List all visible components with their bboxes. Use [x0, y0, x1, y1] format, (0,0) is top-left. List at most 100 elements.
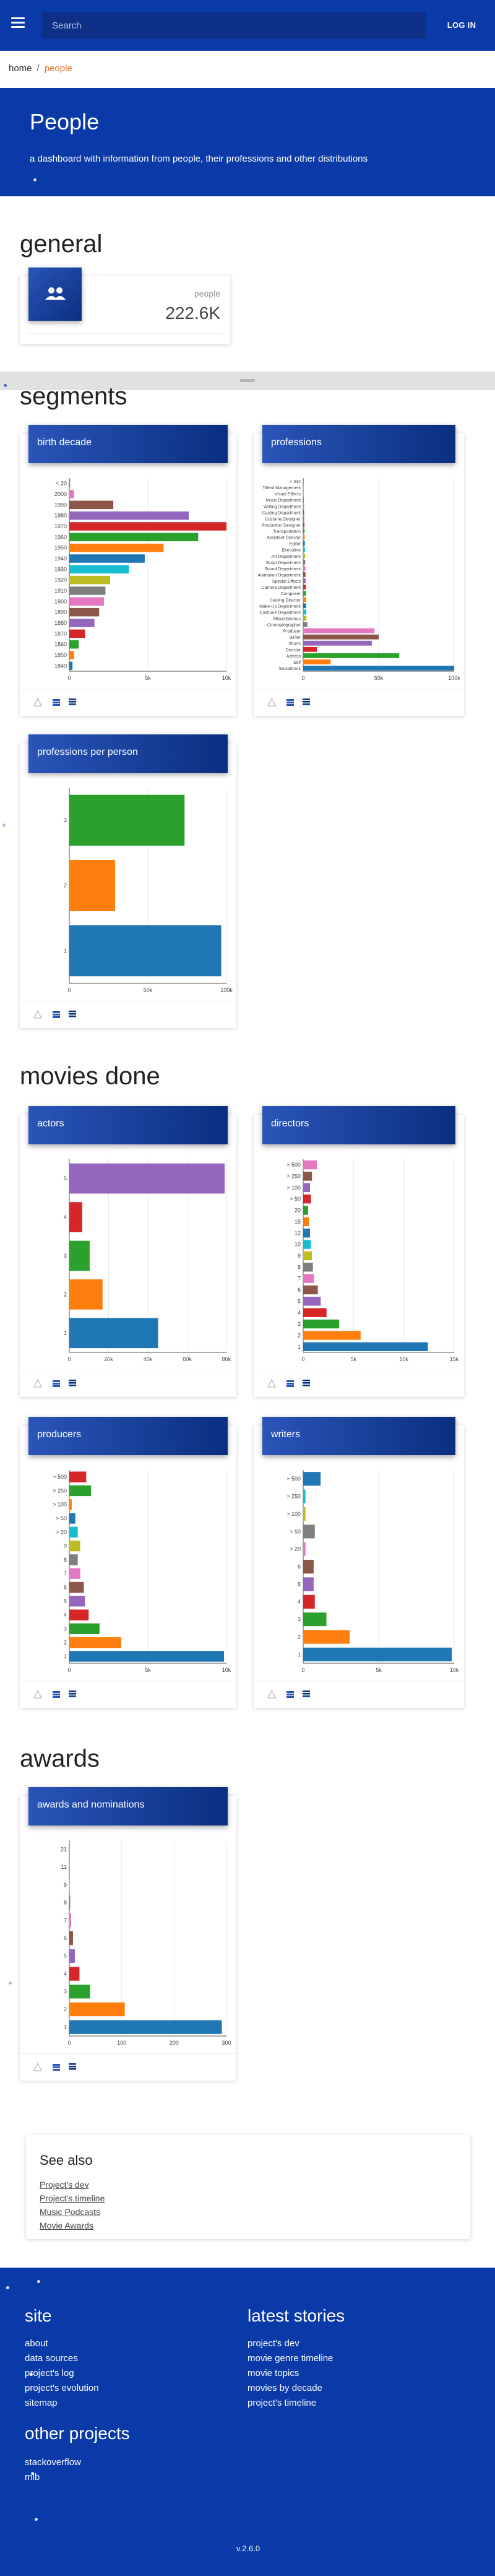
chart-bar[interactable]	[303, 534, 305, 540]
chart-bar[interactable]	[303, 1595, 315, 1609]
chart-bar[interactable]	[303, 1194, 311, 1204]
table-icon[interactable]	[52, 1690, 61, 1699]
chart-bar[interactable]	[303, 622, 308, 627]
chart-bar[interactable]	[303, 666, 454, 671]
chart-bar[interactable]	[303, 597, 306, 603]
chart-bar[interactable]	[69, 1568, 80, 1579]
chart-bar[interactable]	[303, 1612, 327, 1627]
chart-bar[interactable]	[69, 1984, 90, 1999]
chart-bar[interactable]	[303, 566, 306, 571]
chart-bar[interactable]	[303, 1183, 311, 1193]
see-also-link[interactable]: Project's dev	[40, 2180, 89, 2190]
chart-bar[interactable]	[303, 1489, 306, 1503]
chart-bar[interactable]	[69, 607, 100, 617]
chart-bar[interactable]	[303, 559, 306, 565]
list-icon[interactable]	[68, 2063, 77, 2071]
chart-bar[interactable]	[69, 1860, 70, 1874]
chart-bar[interactable]	[303, 1160, 317, 1170]
chart-bar[interactable]	[69, 925, 222, 977]
table-icon[interactable]	[52, 2063, 61, 2071]
chart-bar[interactable]	[69, 490, 74, 498]
chart-bar[interactable]	[69, 1318, 158, 1349]
search-input[interactable]	[42, 12, 426, 38]
chart-bar[interactable]	[303, 547, 305, 552]
chart-bar[interactable]	[69, 1913, 71, 1928]
chart-bar[interactable]	[69, 1513, 75, 1524]
list-icon[interactable]	[68, 1690, 77, 1699]
chart-bar[interactable]	[69, 575, 111, 585]
chart-bar[interactable]	[69, 565, 129, 574]
warning-icon[interactable]	[33, 1378, 43, 1388]
chart-bar[interactable]	[303, 522, 304, 528]
chart-bar[interactable]	[303, 1263, 313, 1272]
chart-bar[interactable]	[303, 510, 304, 515]
chart-bar[interactable]	[69, 554, 145, 563]
chart-bar[interactable]	[69, 1878, 70, 1892]
chart-bar[interactable]	[303, 1647, 452, 1661]
chart-bar[interactable]	[69, 597, 104, 606]
chart-bar[interactable]	[69, 651, 74, 659]
chart-bar[interactable]	[69, 1651, 225, 1662]
chart-bar[interactable]	[303, 497, 304, 503]
chart-bar[interactable]	[303, 485, 304, 490]
login-button[interactable]: LOG IN	[437, 15, 486, 36]
chart-bar[interactable]	[69, 1240, 90, 1271]
footer-link[interactable]: project's log	[25, 2368, 74, 2378]
chart-bar[interactable]	[303, 585, 306, 590]
chart-bar[interactable]	[69, 1609, 89, 1621]
menu-icon[interactable]	[11, 17, 25, 28]
table-icon[interactable]	[286, 698, 295, 707]
chart-bar[interactable]	[303, 1206, 308, 1215]
chart-bar[interactable]	[69, 1637, 122, 1648]
chart-bar[interactable]	[303, 646, 317, 652]
drag-handle[interactable]	[240, 379, 255, 382]
breadcrumb-home[interactable]: home	[9, 63, 32, 74]
chart-bar[interactable]	[303, 1542, 306, 1556]
chart-bar[interactable]	[69, 1202, 82, 1232]
chart-bar[interactable]	[69, 1623, 100, 1634]
footer-link[interactable]: data sources	[25, 2353, 78, 2364]
chart-bar[interactable]	[303, 572, 306, 577]
chart-bar[interactable]	[69, 1582, 84, 1593]
warning-icon[interactable]	[267, 1689, 277, 1699]
warning-icon[interactable]	[33, 2062, 43, 2071]
chart-bar[interactable]	[303, 591, 306, 596]
chart-bar[interactable]	[303, 1285, 318, 1295]
chart-bar[interactable]	[303, 1319, 340, 1329]
list-icon[interactable]	[302, 698, 311, 707]
warning-icon[interactable]	[33, 1689, 43, 1699]
chart-bar[interactable]	[303, 1229, 311, 1238]
chart-bar[interactable]	[69, 511, 189, 520]
chart-bar[interactable]	[69, 619, 95, 627]
chart-bar[interactable]	[303, 1251, 312, 1261]
footer-link[interactable]: movies by decade	[248, 2383, 322, 2393]
table-icon[interactable]	[52, 1010, 61, 1019]
chart-bar[interactable]	[303, 1577, 314, 1591]
see-also-link[interactable]: Movie Awards	[40, 2221, 93, 2230]
chart-bar[interactable]	[69, 1949, 75, 1963]
chart-bar[interactable]	[303, 553, 306, 559]
chart-bar[interactable]	[303, 653, 400, 658]
chart-bar[interactable]	[303, 603, 306, 609]
footer-link[interactable]: project's evolution	[25, 2383, 99, 2393]
warning-icon[interactable]	[33, 697, 43, 707]
chart-bar[interactable]	[69, 661, 73, 671]
footer-link[interactable]: movie genre timeline	[248, 2353, 333, 2364]
list-icon[interactable]	[68, 1379, 77, 1388]
list-icon[interactable]	[302, 1379, 311, 1388]
chart-bar[interactable]	[69, 1485, 92, 1497]
list-icon[interactable]	[68, 698, 77, 707]
table-icon[interactable]	[286, 1379, 295, 1388]
see-also-link[interactable]: Project's timeline	[40, 2193, 105, 2203]
list-icon[interactable]	[68, 1010, 77, 1019]
see-also-link[interactable]: Music Podcasts	[40, 2207, 100, 2217]
chart-bar[interactable]	[303, 1525, 315, 1539]
chart-bar[interactable]	[69, 533, 199, 542]
chart-bar[interactable]	[69, 1526, 78, 1538]
chart-bar[interactable]	[303, 1342, 428, 1351]
chart-bar[interactable]	[69, 1471, 87, 1482]
table-icon[interactable]	[286, 1690, 295, 1699]
chart-bar[interactable]	[69, 1499, 72, 1510]
chart-bar[interactable]	[69, 1895, 71, 1910]
chart-bar[interactable]	[69, 629, 85, 638]
